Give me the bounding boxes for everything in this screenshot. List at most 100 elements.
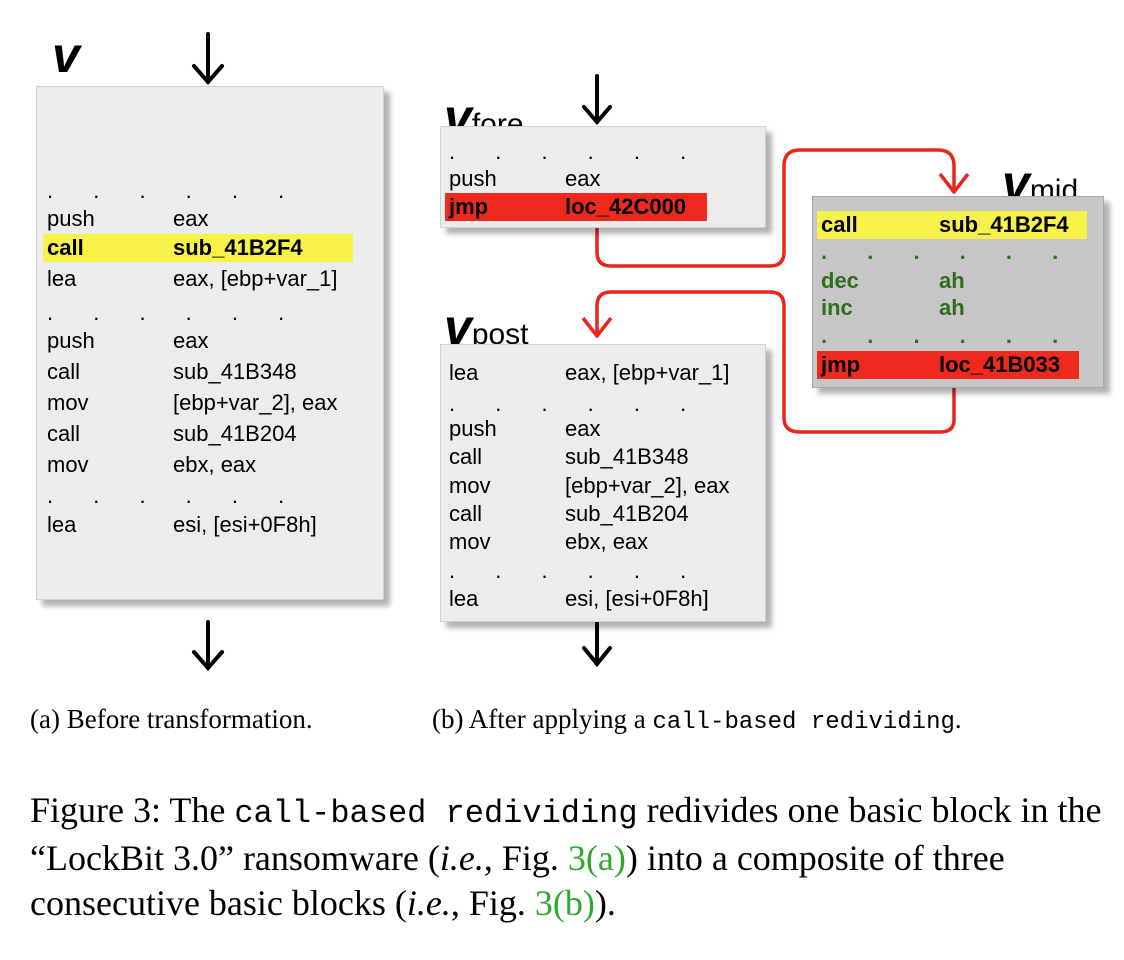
instr-op: call [47,359,81,384]
caption-code-redividing: -based redividing [311,795,638,832]
instr-row: call sub_41B348 [47,358,377,386]
instr-op: jmp [449,194,489,219]
instr-arg: [ebp+var_2], eax [565,473,730,498]
instr-row: push eax [449,165,759,193]
instr-row-call-highlighted: call sub_41B2F4 [821,211,1101,239]
caption-ie: i.e. [439,838,484,878]
instr-row: push eax [47,327,377,355]
caption-end: ). [594,883,616,923]
instr-arg: ah [939,268,965,293]
instr-op: dec [821,268,859,293]
caption-ie: i.e. [406,883,451,923]
instr-op: mov [47,390,89,415]
instr-row: call sub_41B204 [449,500,759,528]
caption-fig-text: , Fig. [483,838,568,878]
instr-op: push [47,328,95,353]
instr-arg: sub_41B348 [565,444,689,469]
subcaption-a-text: (a) Before transformation. [30,704,313,734]
instr-arg: ah [939,295,965,320]
instr-op: push [449,416,497,441]
instr-op: call [449,501,483,526]
instr-arg: eax, [ebp+var_1] [173,266,338,291]
instr-arg: ebx, eax [565,529,649,554]
instr-arg: eax [173,328,209,353]
subcaption-b: (b) After applying a call-based redividi… [432,704,962,736]
instr-arg: sub_41B204 [173,421,297,446]
subcaption-b-period: . [954,704,962,734]
instr-op: lea [47,512,77,537]
instr-op: mov [449,529,491,554]
junk-instr-row: inc ah [821,294,1101,322]
ellipsis-row: . . . . . . [47,178,302,203]
instr-arg: sub_41B2F4 [173,235,303,260]
subcaption-a: (a) Before transformation. [30,704,313,735]
flow-arrow-post-out [582,620,612,668]
ellipsis-row: . . . . . . [821,323,1076,348]
instr-row-call-highlighted: call sub_41B2F4 [47,234,377,262]
block-vfore: . . . . . . push eax jmp loc_42C000 [440,126,766,228]
instr-op: mov [47,452,89,477]
caption-fig-text: , Fig. [450,883,535,923]
caption-code-call: call [234,795,312,832]
instr-arg: eax, [ebp+var_1] [565,360,730,385]
ellipsis-row: . . . . . . [449,391,704,416]
instr-arg: [ebp+var_2], eax [173,390,338,415]
subcaption-b-text: (b) After applying a [432,704,653,734]
block-vmid: call sub_41B2F4 . . . . . . dec ah inc a… [812,196,1104,388]
instr-op: lea [449,360,479,385]
ellipsis-row: . . . . . . [449,558,704,583]
block-vpost: lea eax, [ebp+var_1] . . . . . . push ea… [440,344,766,622]
block-v: . . . . . . push eax call sub_41B2F4 lea… [36,86,384,600]
subcaption-b-code-redividing: -based redividing [710,709,955,736]
caption-ref-3b-link[interactable]: 3(b) [535,883,595,923]
instr-row: mov ebx, eax [47,451,377,479]
instr-arg: loc_42C000 [565,194,687,219]
instr-arg: esi, [esi+0F8h] [173,512,317,537]
instr-op: call [47,235,84,260]
instr-row: lea esi, [esi+0F8h] [449,585,759,613]
instr-arg: sub_41B348 [173,359,297,384]
instr-op: call [449,444,483,469]
instr-arg: eax [565,166,601,191]
flow-arrow-a-in [192,32,224,86]
instr-op: push [449,166,497,191]
ellipsis-row: . . . . . . [47,483,302,508]
instr-arg: eax [565,416,601,441]
instr-row: mov [ebp+var_2], eax [47,389,377,417]
ellipsis-row: . . . . . . [821,239,1076,264]
instr-arg: sub_41B204 [565,501,689,526]
ellipsis-row: . . . . . . [47,300,302,325]
instr-row-jmp-highlighted: jmp loc_42C000 [449,193,759,221]
instr-op: call [47,421,81,446]
instr-op: push [47,206,95,231]
instr-row: push eax [449,415,759,443]
instr-op: call [821,212,858,237]
instr-row: call sub_41B348 [449,443,759,471]
instr-op: lea [449,586,479,611]
instr-row: lea eax, [ebp+var_1] [449,359,759,387]
instr-row: call sub_41B204 [47,420,377,448]
flow-arrow-a-out [192,620,224,672]
instr-op: jmp [821,352,861,377]
subcaption-b-code-call: call [652,709,711,736]
instr-arg: sub_41B2F4 [939,212,1069,237]
instr-op: lea [47,266,77,291]
block-v-label: v [52,30,80,80]
instr-arg: ebx, eax [173,452,257,477]
instr-arg: esi, [esi+0F8h] [565,586,709,611]
instr-row: lea eax, [ebp+var_1] [47,265,377,293]
instr-row: lea esi, [esi+0F8h] [47,511,377,539]
caption-ref-3a-link[interactable]: 3(a) [568,838,626,878]
instr-row: mov [ebp+var_2], eax [449,472,759,500]
junk-instr-row: dec ah [821,267,1101,295]
instr-row: push eax [47,205,377,233]
instr-arg: eax [173,206,209,231]
flow-arrow-fore-in [582,74,612,126]
instr-op: mov [449,473,491,498]
instr-row-jmp-highlighted: jmp loc_41B033 [821,351,1101,379]
ellipsis-row: . . . . . . [449,139,704,164]
instr-arg: loc_41B033 [939,352,1061,377]
instr-op: inc [821,295,853,320]
block-v-label-text: v [52,27,80,83]
figure-caption: Figure 3: The call-based redividing redi… [30,788,1102,926]
